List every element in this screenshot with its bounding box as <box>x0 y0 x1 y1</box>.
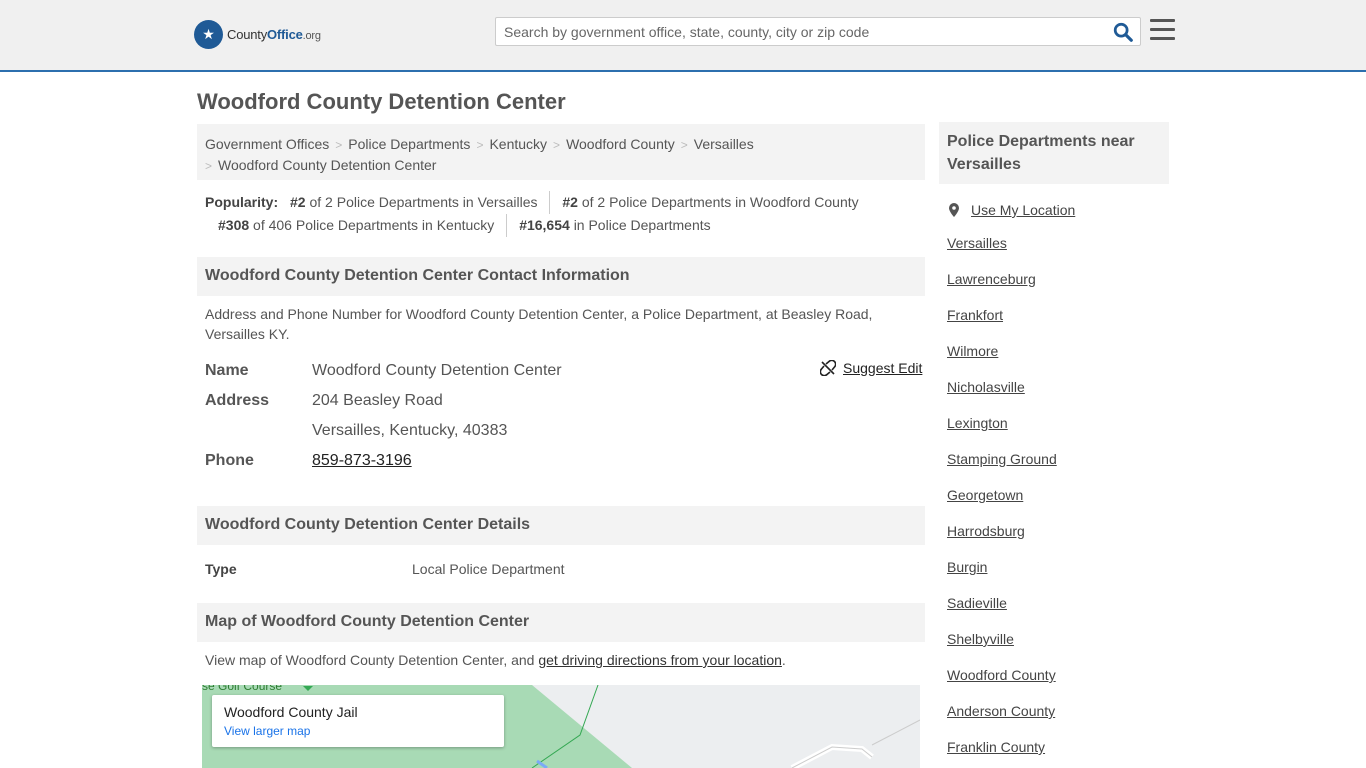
name-value: Woodford County Detention Center <box>312 362 562 379</box>
breadcrumb-police-departments[interactable]: Police Departments <box>348 136 470 152</box>
name-row: Name Woodford County Detention Center <box>205 356 925 386</box>
phone-label: Phone <box>205 452 254 469</box>
map-heading: Map of Woodford County Detention Center <box>197 603 925 642</box>
use-my-location[interactable]: Use My Location <box>947 199 1167 221</box>
map-info-card: Woodford County Jail View larger map <box>212 695 504 747</box>
sidebar-heading: Police Departments near Versailles <box>939 122 1169 184</box>
details-row: Type Local Police Department <box>205 561 565 577</box>
address-row: Address 204 Beasley Road <box>205 386 925 416</box>
address-label: Address <box>205 392 270 409</box>
chevron-right-icon: > <box>476 138 484 152</box>
breadcrumb-woodford-county[interactable]: Woodford County <box>566 136 675 152</box>
phone-row: Phone 859-873-3196 <box>205 446 925 476</box>
contact-info: Name Woodford County Detention Center Ad… <box>205 356 925 476</box>
eagle-logo-icon: ★ <box>194 20 223 49</box>
name-label: Name <box>205 362 249 379</box>
map-card-title: Woodford County Jail <box>224 704 358 720</box>
sidebar-city-shelbyville[interactable]: Shelbyville <box>947 631 1167 653</box>
contact-heading: Woodford County Detention Center Contact… <box>197 257 925 296</box>
map-pin-icon <box>949 203 959 217</box>
sidebar-city-woodford-county[interactable]: Woodford County <box>947 667 1167 689</box>
address-row-2: Versailles, Kentucky, 40383 <box>205 416 925 446</box>
embedded-map[interactable]: se Golf Course Woodford County Jail View… <box>202 685 920 768</box>
contact-description: Address and Phone Number for Woodford Co… <box>205 306 873 342</box>
use-my-location-link[interactable]: Use My Location <box>971 202 1075 218</box>
sidebar-city-franklin-county[interactable]: Franklin County <box>947 739 1167 761</box>
search-box <box>495 17 1141 46</box>
breadcrumb-kentucky[interactable]: Kentucky <box>489 136 547 152</box>
sidebar-city-sadieville[interactable]: Sadieville <box>947 595 1167 617</box>
site-header: ★ CountyOffice.org <box>0 0 1366 72</box>
sidebar-city-wilmore[interactable]: Wilmore <box>947 343 1167 365</box>
type-value: Local Police Department <box>412 561 565 577</box>
sidebar-city-nicholasville[interactable]: Nicholasville <box>947 379 1167 401</box>
sidebar-city-lexington[interactable]: Lexington <box>947 415 1167 437</box>
address-line1: 204 Beasley Road <box>312 392 443 409</box>
chevron-right-icon: > <box>553 138 561 152</box>
site-logo[interactable]: ★ CountyOffice.org <box>194 20 321 49</box>
sidebar-city-anderson-county[interactable]: Anderson County <box>947 703 1167 725</box>
sidebar-city-frankfort[interactable]: Frankfort <box>947 307 1167 329</box>
popularity-item: #2 of 2 Police Departments in Versailles <box>290 194 538 210</box>
popularity-item: #2 of 2 Police Departments in Woodford C… <box>549 191 859 214</box>
phone-link[interactable]: 859-873-3196 <box>312 452 412 469</box>
popularity-item: #308 of 406 Police Departments in Kentuc… <box>218 217 495 233</box>
chevron-right-icon: > <box>205 159 213 173</box>
popularity-label: Popularity: <box>205 194 279 210</box>
sidebar-city-georgetown[interactable]: Georgetown <box>947 487 1167 509</box>
search-icon[interactable] <box>1112 21 1134 43</box>
page-title: Woodford County Detention Center <box>197 89 566 114</box>
sidebar-city-list: Use My Location Versailles Lawrenceburg … <box>947 199 1167 768</box>
breadcrumb-versailles[interactable]: Versailles <box>694 136 754 152</box>
view-larger-map-link[interactable]: View larger map <box>224 724 492 738</box>
logo-text: CountyOffice.org <box>227 27 321 42</box>
sidebar-city-burgin[interactable]: Burgin <box>947 559 1167 581</box>
sidebar-city-harrodsburg[interactable]: Harrodsburg <box>947 523 1167 545</box>
sidebar-city-versailles[interactable]: Versailles <box>947 235 1167 257</box>
sidebar-city-stamping-ground[interactable]: Stamping Ground <box>947 451 1167 473</box>
breadcrumb: Government Offices > Police Departments > Ke… <box>197 124 925 180</box>
popularity-block: Popularity: #2 of 2 Police Departments i… <box>205 191 925 237</box>
driving-directions-link[interactable]: get driving directions from your locatio… <box>538 652 782 668</box>
map-description: View map of Woodford County Detention Ce… <box>205 652 786 668</box>
hamburger-menu-icon[interactable] <box>1150 19 1175 41</box>
chevron-right-icon: > <box>335 138 343 152</box>
sidebar-city-lawrenceburg[interactable]: Lawrenceburg <box>947 271 1167 293</box>
popularity-item: #16,654 in Police Departments <box>506 214 711 237</box>
type-label: Type <box>205 561 237 577</box>
address-line2: Versailles, Kentucky, 40383 <box>312 422 508 439</box>
breadcrumb-government-offices[interactable]: Government Offices <box>205 136 329 152</box>
chevron-right-icon: > <box>680 138 688 152</box>
map-place-label: se Golf Course <box>202 685 283 693</box>
search-input[interactable] <box>496 18 1096 45</box>
details-heading: Woodford County Detention Center Details <box>197 506 925 545</box>
breadcrumb-current: Woodford County Detention Center <box>218 157 437 173</box>
